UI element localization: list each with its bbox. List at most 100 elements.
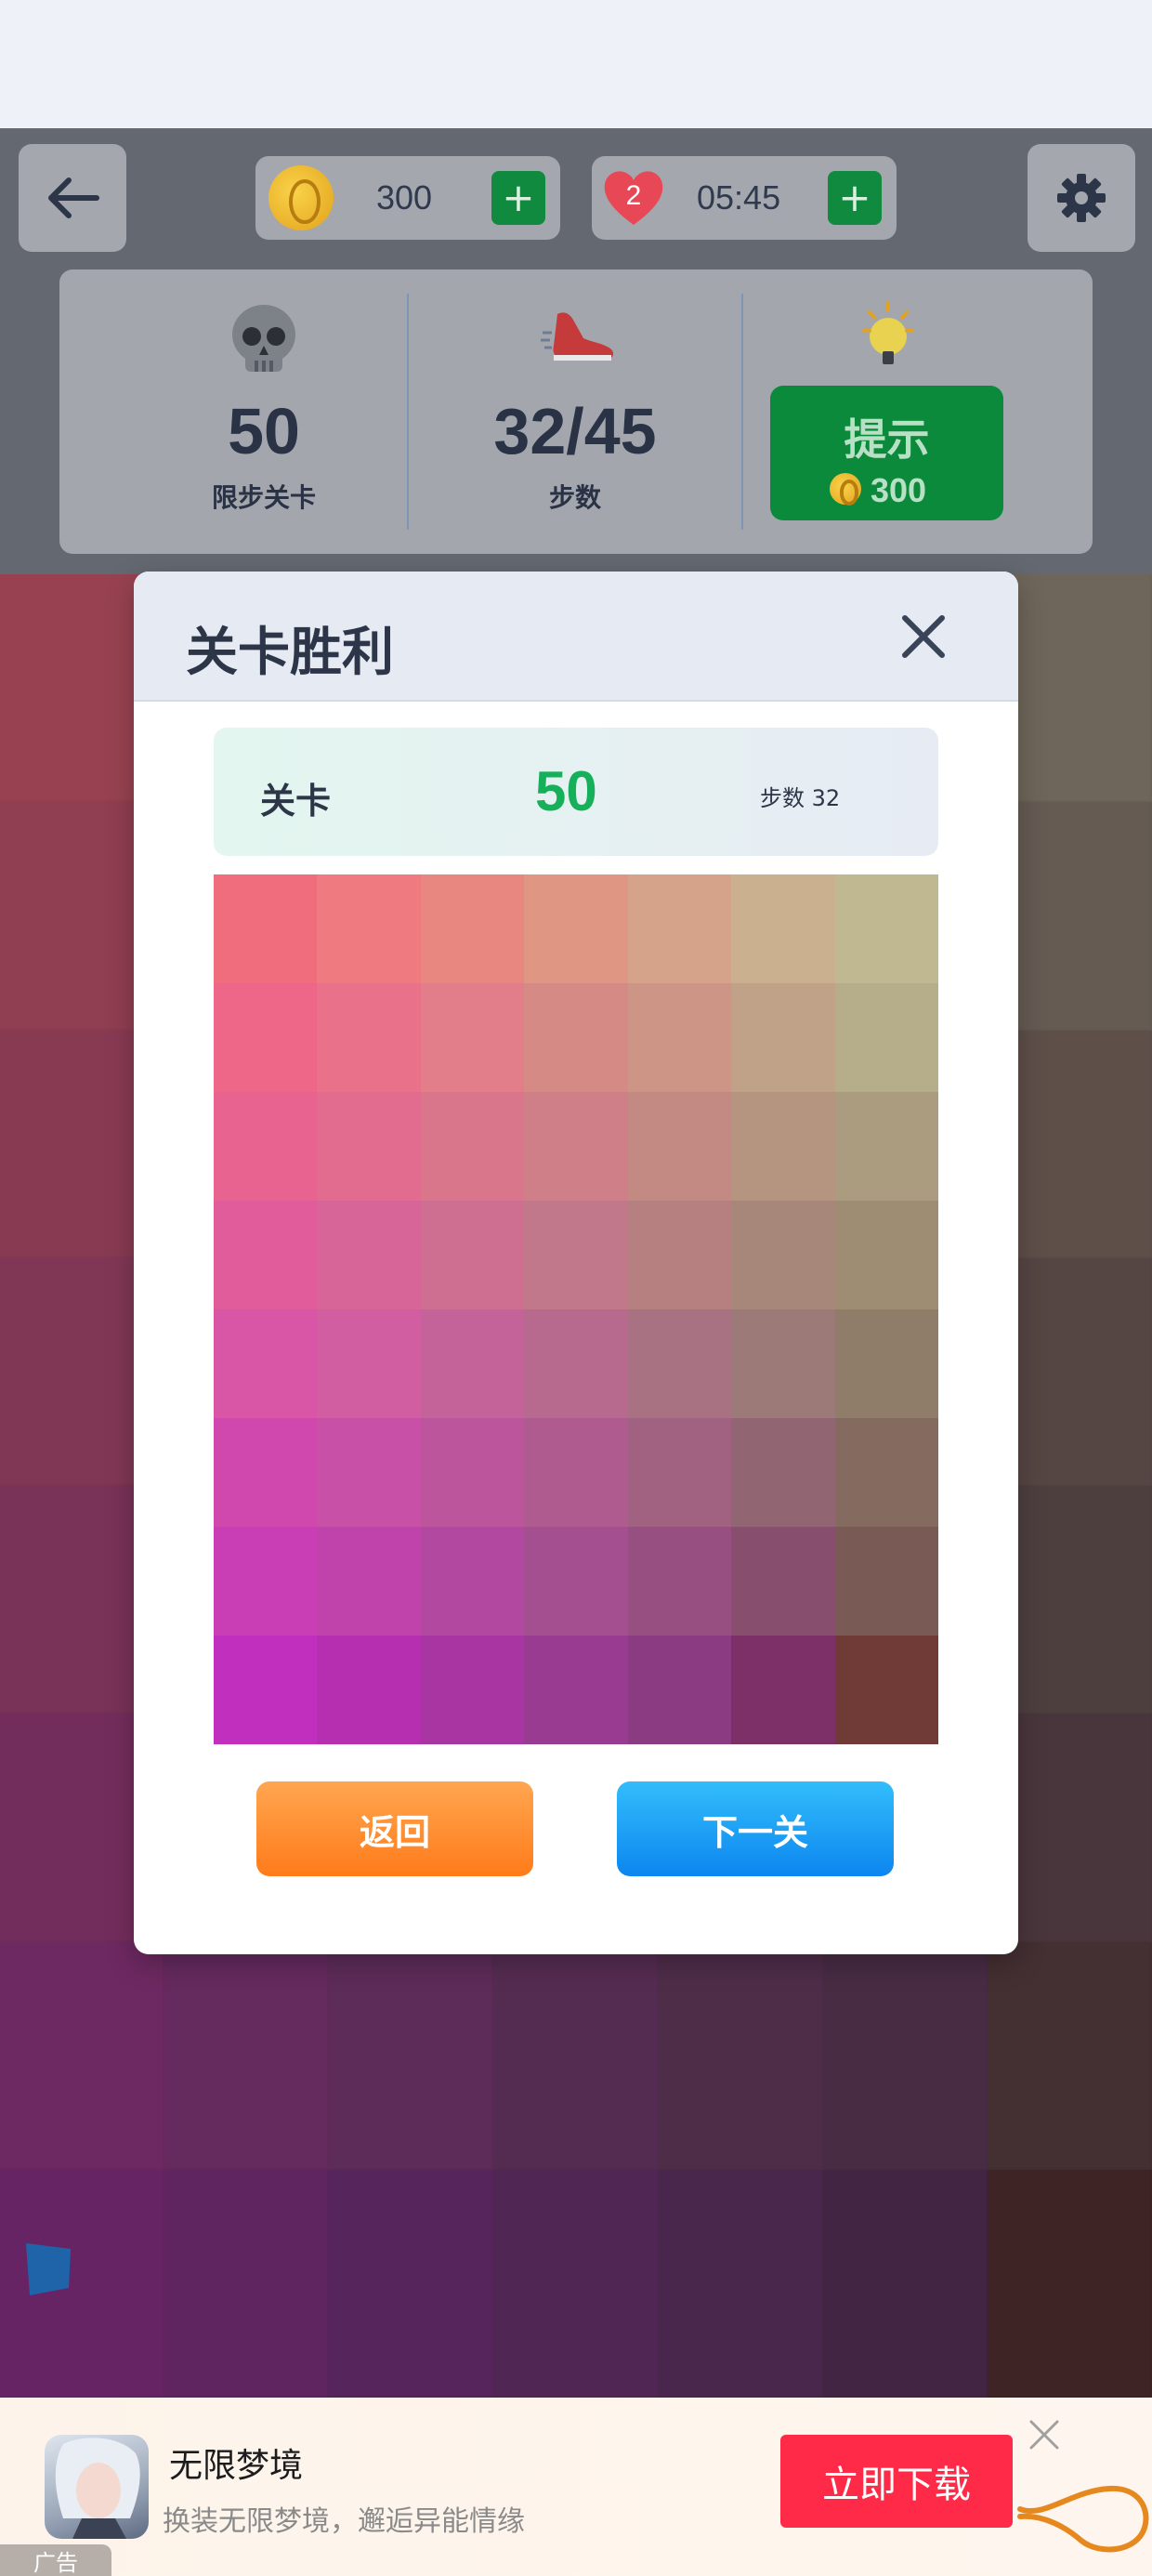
color-tile: [317, 1527, 421, 1636]
color-tile: [420, 1636, 525, 1744]
character-portrait-icon: [55, 2438, 140, 2539]
coin-counter: 300 +: [255, 156, 560, 240]
level-complete-dialog: 关卡胜利 关卡 50 步数 32 返回 下一关: [134, 572, 1018, 1954]
ad-description: 换装无限梦境，邂逅异能情缘: [163, 2505, 525, 2538]
color-tile: [834, 1527, 938, 1636]
timer-value: 05:45: [697, 178, 781, 217]
coin-icon: [268, 165, 334, 230]
close-icon[interactable]: [896, 609, 951, 664]
lives-counter: 2 05:45 +: [592, 156, 897, 240]
return-button[interactable]: 返回: [256, 1781, 533, 1876]
background-tile: [329, 2169, 494, 2398]
lives-value: 2: [626, 180, 642, 211]
color-tile: [731, 1418, 835, 1527]
color-tile: [731, 874, 835, 983]
background-tile: [658, 1941, 823, 2170]
color-tile: [627, 1636, 732, 1744]
color-tile: [834, 1309, 938, 1418]
color-tile: [214, 1309, 318, 1418]
color-tile: [420, 1527, 525, 1636]
color-tile: [627, 1527, 732, 1636]
stats-divider: [407, 294, 409, 530]
coin-value: 300: [376, 178, 433, 217]
color-tile: [731, 1636, 835, 1744]
background-tile: [493, 2169, 659, 2398]
color-tile: [524, 1309, 628, 1418]
color-tile: [214, 1418, 318, 1527]
color-tile: [834, 1092, 938, 1201]
arrow-left-icon: [48, 177, 99, 218]
background-tile: [822, 1941, 988, 2170]
steps-value: 32/45: [493, 395, 657, 467]
color-tile: [627, 1418, 732, 1527]
status-bar: [0, 0, 1152, 128]
color-tile: [627, 1309, 732, 1418]
color-tile: [420, 1201, 525, 1309]
close-icon[interactable]: [1028, 2418, 1061, 2451]
hint-cost: 300: [871, 471, 927, 509]
ad-app-icon[interactable]: [45, 2435, 149, 2539]
hint-button[interactable]: 提示 300: [770, 386, 1003, 520]
background-tile: [987, 1941, 1152, 2170]
dialog-title: 关卡胜利: [186, 623, 394, 683]
color-tile: [214, 1201, 318, 1309]
background-tile: [987, 2169, 1152, 2398]
level-summary-number: 50: [535, 760, 597, 822]
gear-icon: [1057, 174, 1106, 222]
coin-icon: [830, 473, 861, 506]
color-tile: [627, 1201, 732, 1309]
ad-download-button[interactable]: 立即下载: [780, 2435, 1013, 2528]
flag-icon: [26, 2243, 71, 2295]
add-coins-button[interactable]: +: [491, 171, 545, 225]
color-tile: [627, 874, 732, 983]
color-tile: [627, 983, 732, 1092]
background-tile: [493, 1941, 659, 2170]
color-tile: [214, 1636, 318, 1744]
color-tile: [731, 1527, 835, 1636]
add-lives-button[interactable]: +: [828, 171, 882, 225]
color-tile: [317, 1636, 421, 1744]
background-tile: [164, 1941, 330, 2170]
color-tile: [317, 983, 421, 1092]
ad-title: 无限梦境: [169, 2447, 304, 2485]
color-tile: [420, 874, 525, 983]
color-tile: [834, 1201, 938, 1309]
back-button[interactable]: [19, 144, 126, 252]
level-label: 限步关卡: [211, 482, 316, 513]
color-tile: [317, 1092, 421, 1201]
color-tile: [420, 1309, 525, 1418]
color-tile: [317, 1418, 421, 1527]
level-summary: 关卡 50 步数 32: [214, 728, 938, 856]
ad-banner[interactable]: 无限梦境 换装无限梦境，邂逅异能情缘 立即下载 广告: [0, 2398, 1152, 2576]
color-tile: [524, 1527, 628, 1636]
color-tile: [731, 1201, 835, 1309]
color-tile: [524, 1092, 628, 1201]
heart-icon: 2: [604, 171, 663, 225]
level-summary-label: 关卡: [260, 781, 332, 821]
color-tile: [420, 1092, 525, 1201]
lightbulb-icon: [862, 301, 914, 364]
color-tile: [317, 1201, 421, 1309]
next-level-button[interactable]: 下一关: [617, 1781, 894, 1876]
color-tile: [524, 983, 628, 1092]
color-tile: [834, 1418, 938, 1527]
dialog-header: 关卡胜利: [134, 572, 1018, 702]
color-tile: [214, 1092, 318, 1201]
background-tile: [164, 2169, 330, 2398]
color-tile: [420, 1418, 525, 1527]
skull-icon: [232, 305, 295, 372]
ad-tag: 广告: [0, 2544, 111, 2576]
settings-button[interactable]: [1028, 144, 1135, 252]
shoe-icon: [541, 312, 614, 361]
background-tile: [329, 1941, 494, 2170]
color-tile: [524, 1201, 628, 1309]
color-tile: [834, 1636, 938, 1744]
color-tile: [731, 1092, 835, 1201]
color-tile: [214, 874, 318, 983]
color-tile: [524, 874, 628, 983]
stats-divider: [741, 294, 743, 530]
background-tile: [822, 2169, 988, 2398]
color-tile: [420, 983, 525, 1092]
color-tile: [214, 983, 318, 1092]
color-tile: [731, 983, 835, 1092]
